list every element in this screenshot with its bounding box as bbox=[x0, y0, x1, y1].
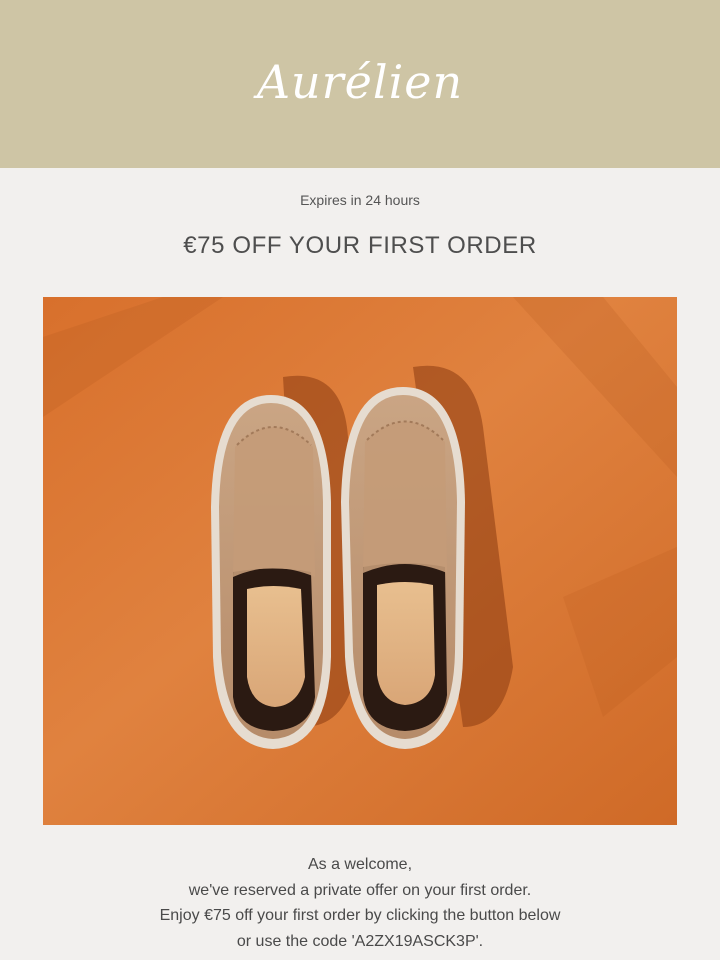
body-line-promo-code: or use the code 'A2ZX19ASCK3P'. bbox=[236, 932, 484, 950]
offer-headline: €75 OFF YOUR FIRST ORDER bbox=[183, 232, 537, 259]
body-line: As a welcome, bbox=[307, 856, 413, 873]
welcome-message: As a welcome, we've reserved a private o… bbox=[0, 852, 720, 954]
loafers-photo-icon bbox=[43, 297, 677, 825]
body-line: we've reserved a private offer on your f… bbox=[188, 881, 532, 899]
email-header: Aurélien bbox=[0, 0, 720, 168]
hero-image[interactable] bbox=[43, 297, 677, 825]
expiry-notice: Expires in 24 hours bbox=[300, 192, 420, 208]
body-line: Enjoy €75 off your first order by clicki… bbox=[159, 907, 561, 924]
brand-logo[interactable]: Aurélien bbox=[257, 55, 463, 109]
